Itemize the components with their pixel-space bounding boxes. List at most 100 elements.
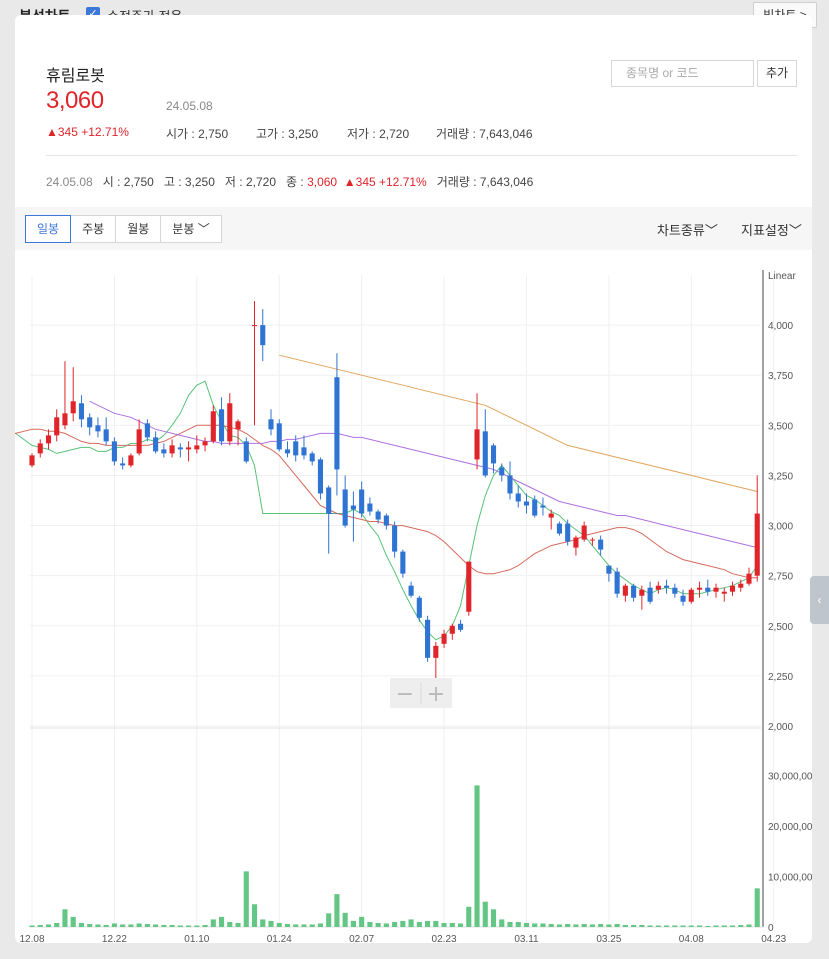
chart-type-dropdown[interactable]: 차트종류﹀ xyxy=(657,220,718,239)
volume-bar xyxy=(581,923,587,927)
tab-weekly[interactable]: 주봉 xyxy=(71,216,117,242)
add-button[interactable]: 추가 xyxy=(757,60,797,87)
volume-tick-label: 0 xyxy=(768,923,774,934)
candle-body xyxy=(507,475,513,494)
time-tick-label: 03.25 xyxy=(596,934,621,943)
detail-change: ▲345 +12.71% xyxy=(343,175,427,189)
candle-body xyxy=(672,587,678,594)
candle-body xyxy=(680,595,686,602)
candle-body xyxy=(441,633,447,644)
collapse-handle[interactable]: ‹ xyxy=(810,576,829,624)
candle-body xyxy=(128,455,134,466)
candle-body xyxy=(647,587,653,602)
candle-body xyxy=(153,437,159,452)
price-tick-label: 2,000 xyxy=(768,722,793,733)
candle-body xyxy=(186,447,192,450)
volume-bar xyxy=(194,925,200,927)
stock-search-input[interactable]: 종목명 or 코드 xyxy=(611,60,754,87)
tab-monthly[interactable]: 월봉 xyxy=(116,216,162,242)
volume-bar xyxy=(606,924,612,927)
volume-tick-label: 30,000,000 xyxy=(768,771,812,782)
price-date: 24.05.08 xyxy=(166,99,213,113)
candle-body xyxy=(78,403,85,420)
volume-bar xyxy=(573,924,579,927)
volume-bar xyxy=(103,924,109,927)
volume-bar xyxy=(457,923,464,927)
candle-body xyxy=(433,645,439,658)
candle-body xyxy=(359,489,365,514)
price-tick-label: 2,250 xyxy=(768,672,793,683)
candle-body xyxy=(70,401,76,414)
candle-body xyxy=(416,597,422,618)
volume-bar xyxy=(359,916,365,927)
candle-body xyxy=(62,413,68,426)
volume-bar xyxy=(680,925,686,927)
volume-bar xyxy=(639,924,645,927)
volume-bar xyxy=(111,923,117,927)
candle-body xyxy=(449,625,455,634)
detail-close: 3,060 xyxy=(307,175,338,189)
candle-body xyxy=(210,411,216,442)
volume-bar xyxy=(655,925,661,927)
volume-bar xyxy=(251,904,258,927)
volume-bar xyxy=(466,906,472,927)
volume-bar xyxy=(243,871,249,927)
period-tabs: 일봉 주봉 월봉 분봉 ﹀ xyxy=(25,215,222,243)
volume-bar xyxy=(62,909,68,927)
candle-body xyxy=(425,619,431,658)
chevron-down-icon: ﹀ xyxy=(788,223,802,238)
price-change: ▲345 +12.71% xyxy=(46,125,129,139)
candle-body xyxy=(705,587,711,592)
volume-bar xyxy=(120,924,126,927)
volume-bar xyxy=(37,924,43,927)
volume-bar xyxy=(210,919,216,927)
candle-body xyxy=(548,513,554,518)
candle-body xyxy=(227,403,233,442)
current-price: 3,060 xyxy=(46,87,104,114)
tab-minute[interactable]: 분봉 ﹀ xyxy=(161,216,220,242)
volume-bar xyxy=(449,922,455,927)
detail-date: 24.05.08 xyxy=(46,175,93,189)
volume-bar xyxy=(688,925,694,927)
candle-body xyxy=(556,523,562,534)
volume-bar xyxy=(276,922,282,927)
volume-bar xyxy=(268,920,274,927)
candle-body xyxy=(408,585,414,596)
volume-bar xyxy=(70,916,76,927)
volume-bar xyxy=(664,925,670,927)
candle-body xyxy=(622,585,628,596)
candle-body xyxy=(598,539,604,550)
candle-body xyxy=(260,325,266,346)
detail-open: 2,750 xyxy=(123,175,154,189)
volume-bar xyxy=(309,924,315,927)
candle-body xyxy=(111,441,117,462)
candle-body xyxy=(655,585,661,590)
volume-bar xyxy=(729,925,736,927)
candle-body xyxy=(120,463,126,466)
volume-bar xyxy=(334,894,340,927)
minus-icon[interactable]: − xyxy=(396,682,414,707)
candle-body xyxy=(87,417,93,428)
price-volume-chart[interactable]: Linear 2,000 2,250 2,500 2,750 3,000 3,250 3,50… xyxy=(15,250,812,943)
volume-bar xyxy=(161,924,167,927)
indicator-settings-dropdown[interactable]: 지표설정﹀ xyxy=(741,220,802,239)
candle-body xyxy=(309,453,315,462)
candle-body xyxy=(103,429,109,442)
volume-bar xyxy=(532,923,538,927)
candle-body xyxy=(276,423,282,450)
candle-body xyxy=(169,445,175,454)
volume-bar xyxy=(622,924,628,927)
stock-name: 휴림로봇 xyxy=(46,68,105,85)
volume-bar xyxy=(746,924,752,927)
volume-bar xyxy=(177,925,183,927)
volume-bar xyxy=(540,923,546,927)
tab-daily[interactable]: 일봉 xyxy=(25,215,72,243)
volume-bar xyxy=(482,901,488,927)
candle-body xyxy=(515,493,521,502)
volume-bar xyxy=(350,920,356,927)
volume-bar xyxy=(29,925,35,927)
volume-bar xyxy=(235,922,241,927)
volume-bar xyxy=(499,919,505,927)
plus-icon[interactable]: + xyxy=(427,682,445,707)
volume-summary: 거래량 : 7,643,046 xyxy=(436,127,533,141)
